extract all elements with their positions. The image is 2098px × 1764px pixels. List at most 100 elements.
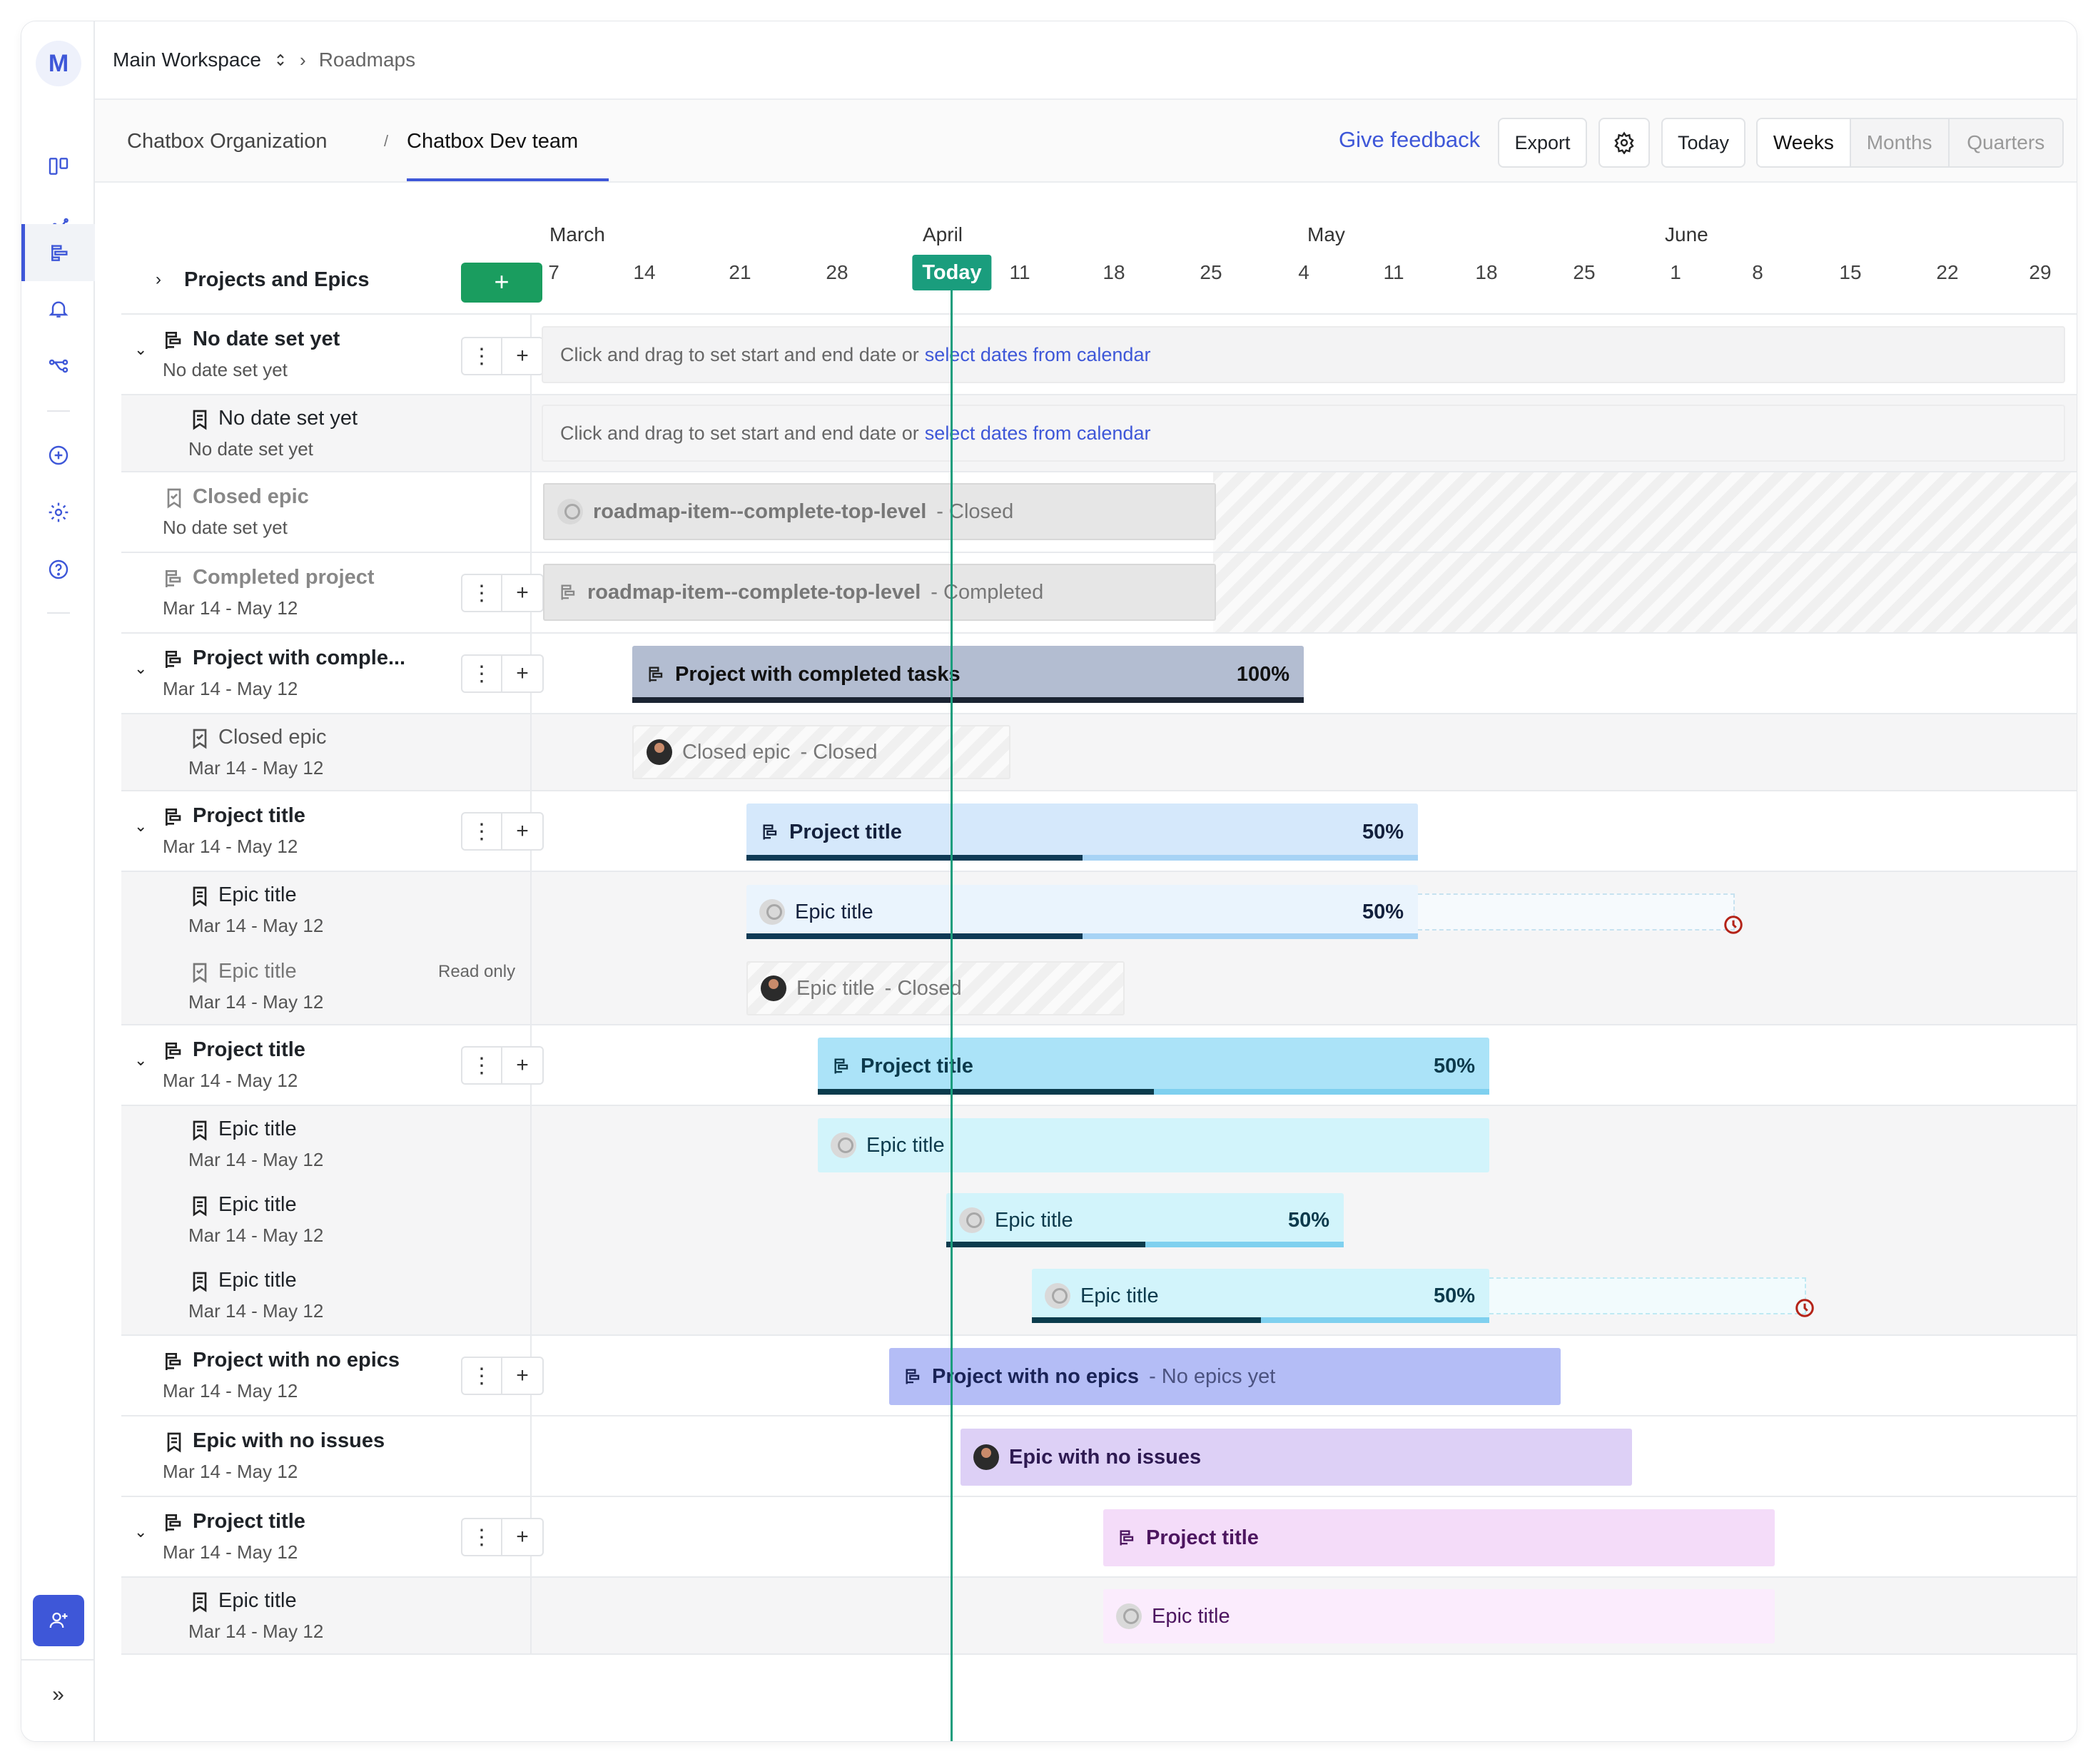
- roadmap-bar[interactable]: Project title 50%: [746, 804, 1418, 861]
- row-title[interactable]: Project with comple...: [193, 647, 405, 670]
- roadmap-bar[interactable]: Epic title 50%: [1032, 1269, 1489, 1323]
- roadmap-row[interactable]: Closed epic No date set yet roadmap-item…: [121, 472, 2077, 553]
- roadmap-bar[interactable]: Epic title 50%: [746, 885, 1418, 939]
- more-options-button[interactable]: ⋮: [461, 1046, 502, 1085]
- select-dates-link[interactable]: select dates from calendar: [925, 344, 1151, 366]
- settings-button[interactable]: [1598, 118, 1650, 168]
- add-child-button[interactable]: +: [502, 1046, 544, 1085]
- bar-label: Epic title: [795, 900, 873, 923]
- roadmap-bar[interactable]: Epic title 50%: [946, 1193, 1344, 1247]
- row-title[interactable]: Project title: [193, 1038, 305, 1062]
- add-circle-icon[interactable]: [21, 427, 95, 484]
- more-options-button[interactable]: ⋮: [461, 812, 502, 851]
- roadmap-bar[interactable]: Epic title - Closed: [746, 961, 1125, 1015]
- breadcrumb-roadmaps[interactable]: Roadmaps: [319, 49, 415, 71]
- roadmap-row[interactable]: ⌄ Project title Mar 14 - May 12 ⋮ + Proj…: [121, 1025, 2077, 1106]
- day-label: 11: [1009, 261, 1030, 283]
- row-title[interactable]: Epic title: [218, 1269, 297, 1292]
- add-child-button[interactable]: +: [502, 337, 544, 375]
- add-child-button[interactable]: +: [502, 1357, 544, 1395]
- row-title[interactable]: Epic with no issues: [193, 1429, 385, 1453]
- roadmap-row[interactable]: ⌄ Project title Mar 14 - May 12 ⋮ + Proj…: [121, 791, 2077, 872]
- no-date-hint[interactable]: Click and drag to set start and end date…: [542, 405, 2065, 462]
- today-button[interactable]: Today: [1661, 118, 1745, 168]
- row-title[interactable]: Completed project: [193, 566, 375, 589]
- roadmap-row[interactable]: ⌄ No date set yet No date set yet ⋮ + Cl…: [121, 315, 2077, 395]
- month-label: April: [923, 223, 963, 245]
- help-icon[interactable]: [21, 541, 95, 598]
- roadmap-icon[interactable]: [21, 224, 95, 281]
- roadmap-bar[interactable]: Epic title: [1103, 1589, 1775, 1643]
- row-title[interactable]: Closed epic: [218, 726, 327, 749]
- row-title[interactable]: Project title: [193, 804, 305, 828]
- chevron-down-icon[interactable]: ⌄: [134, 1051, 147, 1070]
- more-options-button[interactable]: ⋮: [461, 1518, 502, 1556]
- roadmap-bar[interactable]: Epic with no issues: [961, 1429, 1632, 1486]
- row-title[interactable]: Epic title: [218, 1193, 297, 1217]
- add-child-button[interactable]: +: [502, 812, 544, 851]
- workspace-switcher[interactable]: Main Workspace: [113, 49, 261, 71]
- roadmap-row[interactable]: Completed project Mar 14 - May 12 ⋮ + ro…: [121, 553, 2077, 634]
- add-item-button[interactable]: +: [461, 263, 542, 303]
- chevron-right-icon[interactable]: ›: [156, 270, 161, 290]
- roadmap-row[interactable]: Closed epic Mar 14 - May 12 Closed epic …: [121, 714, 2077, 791]
- tab-dev-team[interactable]: Chatbox Dev team: [407, 100, 578, 183]
- bar-label: Epic title: [866, 1133, 945, 1157]
- no-date-hint[interactable]: Click and drag to set start and end date…: [542, 326, 2065, 383]
- roadmap-row[interactable]: ⌄ Project with comple... Mar 14 - May 12…: [121, 634, 2077, 714]
- row-title[interactable]: Project title: [193, 1510, 305, 1534]
- more-options-button[interactable]: ⋮: [461, 337, 502, 375]
- more-options-button[interactable]: ⋮: [461, 1357, 502, 1395]
- give-feedback-link[interactable]: Give feedback: [1339, 127, 1480, 153]
- overdue-clock-icon: [1724, 916, 1743, 934]
- roadmap-bar[interactable]: Project with no epics - No epics yet: [889, 1348, 1561, 1405]
- row-title[interactable]: No date set yet: [218, 407, 358, 430]
- roadmap-bar[interactable]: Project title 50%: [818, 1038, 1489, 1095]
- view-weeks[interactable]: Weeks: [1758, 119, 1850, 166]
- board-icon[interactable]: [21, 138, 95, 195]
- row-title[interactable]: Project with no epics: [193, 1349, 400, 1372]
- workflow-icon[interactable]: [21, 338, 95, 395]
- view-quarters[interactable]: Quarters: [1947, 119, 2062, 166]
- roadmap-bar[interactable]: roadmap-item--complete-top-level - Close…: [543, 483, 1216, 540]
- bell-icon[interactable]: [21, 280, 95, 338]
- chevron-updown-icon[interactable]: [274, 51, 287, 69]
- roadmap-row[interactable]: No date set yet No date set yet Click an…: [121, 395, 2077, 472]
- roadmap-row[interactable]: Epic with no issues Mar 14 - May 12 Epic…: [121, 1416, 2077, 1497]
- expand-rail-button[interactable]: »: [21, 1677, 95, 1713]
- row-title[interactable]: Epic title: [218, 1117, 297, 1141]
- month-label: June: [1665, 223, 1708, 245]
- row-title[interactable]: Epic title: [218, 960, 297, 983]
- roadmap-bar[interactable]: roadmap-item--complete-top-level - Compl…: [543, 564, 1216, 621]
- row-title[interactable]: Epic title: [218, 1589, 297, 1613]
- completed-project-icon: [166, 570, 181, 587]
- invite-user-button[interactable]: [33, 1595, 84, 1646]
- roadmap-bar[interactable]: Project with completed tasks 100%: [632, 646, 1304, 703]
- chevron-down-icon[interactable]: ⌄: [134, 340, 147, 359]
- chevron-down-icon[interactable]: ⌄: [134, 659, 147, 678]
- roadmap-row[interactable]: Project with no epics Mar 14 - May 12 ⋮ …: [121, 1336, 2077, 1416]
- roadmap-bar[interactable]: Epic title: [818, 1118, 1489, 1172]
- row-title[interactable]: Closed epic: [193, 485, 309, 509]
- export-button[interactable]: Export: [1498, 118, 1587, 168]
- workspace-avatar[interactable]: M: [36, 41, 81, 86]
- roadmap-row[interactable]: Epic title Mar 14 - May 12 Epic title: [121, 1578, 2077, 1655]
- chevron-down-icon[interactable]: ⌄: [134, 1523, 147, 1541]
- row-title[interactable]: No date set yet: [193, 328, 340, 351]
- select-dates-link[interactable]: select dates from calendar: [925, 422, 1151, 445]
- chevron-down-icon[interactable]: ⌄: [134, 817, 147, 836]
- add-child-button[interactable]: +: [502, 1518, 544, 1556]
- more-options-button[interactable]: ⋮: [461, 574, 502, 612]
- add-child-button[interactable]: +: [502, 574, 544, 612]
- tab-organization[interactable]: Chatbox Organization: [127, 100, 328, 183]
- row-date: Mar 14 - May 12: [163, 678, 298, 699]
- roadmap-bar[interactable]: Closed epic - Closed: [632, 725, 1010, 779]
- add-child-button[interactable]: +: [502, 654, 544, 693]
- view-months[interactable]: Months: [1849, 119, 1948, 166]
- settings-icon[interactable]: [21, 484, 95, 541]
- roadmap-bar[interactable]: Project title: [1103, 1509, 1775, 1566]
- row-title[interactable]: Epic title: [218, 883, 297, 907]
- row-date: Mar 14 - May 12: [163, 1461, 298, 1482]
- more-options-button[interactable]: ⋮: [461, 654, 502, 693]
- roadmap-row[interactable]: ⌄ Project title Mar 14 - May 12 ⋮ + Proj…: [121, 1497, 2077, 1578]
